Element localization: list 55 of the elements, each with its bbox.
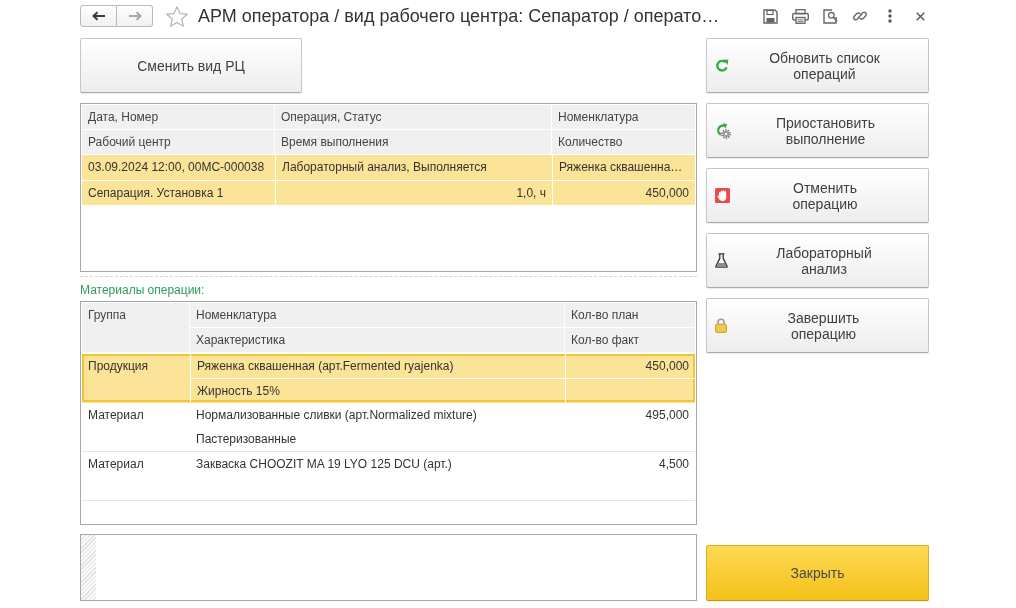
- table-cell: 450,000: [565, 354, 695, 378]
- refresh-icon: [715, 58, 729, 73]
- table-cell-text: 03.09.2024 12:00, 00МС-000038: [87, 159, 266, 176]
- table-cell-text: Материал: [87, 407, 145, 424]
- column-header[interactable]: Количество: [552, 130, 695, 154]
- complete-operation-button[interactable]: Завершить операцию: [706, 298, 929, 353]
- table-cell: Ряженка сквашенна…: [552, 155, 695, 180]
- lab-analysis-button[interactable]: Лабораторный анализ: [706, 233, 929, 288]
- document-search-icon[interactable]: [822, 8, 838, 24]
- column-header[interactable]: Кол-во план: [565, 303, 695, 327]
- table-cell-text: Пастеризованные: [195, 431, 298, 448]
- table-cell-text: 4,500: [657, 456, 690, 473]
- comment-field[interactable]: [80, 534, 697, 601]
- column-header[interactable]: Номенклатура: [190, 303, 564, 327]
- flask-icon: [715, 253, 728, 268]
- arrow-right-icon: [127, 11, 142, 21]
- star-icon[interactable]: [166, 5, 188, 27]
- padlock-icon: [715, 318, 727, 333]
- table-row[interactable]: 03.09.2024 12:00, 00МС-000038 Лабораторный анализ, Выполняется Ряженка сквашенна… Сепарация. Установка 1 1,0, ч 450,000: [82, 155, 695, 205]
- table-cell-text: Продукция: [87, 358, 150, 375]
- suspend-button[interactable]: Приостановить выполнение: [706, 103, 929, 158]
- table-cell: Сепарация. Установка 1: [82, 180, 275, 205]
- table-cell: Ряженка сквашенная (арт.Fermented ryajenka): [190, 354, 565, 378]
- column-header[interactable]: Дата, Номер: [82, 105, 274, 129]
- printer-icon[interactable]: [791, 8, 809, 24]
- table-row[interactable]: Материал Нормализованные сливки (арт.Normalized mixture) 495,000 Пастеризованные: [82, 403, 695, 452]
- table-cell: Лабораторный анализ, Выполняется: [275, 155, 552, 180]
- table-cell-text: Материал: [87, 456, 145, 473]
- table-cell-text: Закваска CHOOZIT MA 19 LYO 125 DCU (арт.): [195, 456, 453, 473]
- stop-hand-icon: [715, 188, 730, 203]
- column-header[interactable]: Рабочий центр: [82, 130, 274, 154]
- table-cell: Жирность 15%: [190, 378, 565, 402]
- arrow-left-icon: [91, 11, 106, 21]
- column-header[interactable]: Кол-во факт: [565, 328, 695, 352]
- window-title: АРМ оператора / вид рабочего центра: Сепаратор / операто…: [198, 5, 720, 27]
- column-header[interactable]: Характеристика: [190, 328, 564, 352]
- cancel-operation-button[interactable]: Отменить операцию: [706, 168, 929, 223]
- column-header[interactable]: Группа: [82, 303, 189, 352]
- back-button[interactable]: [80, 5, 117, 27]
- section-label: Материалы операции:: [80, 283, 206, 297]
- refresh-gear-icon: [715, 122, 731, 139]
- table-cell: 1,0, ч: [275, 180, 552, 205]
- refresh-list-button[interactable]: Обновить список операций: [706, 38, 929, 93]
- table-row[interactable]: Материал Закваска CHOOZIT MA 19 LYO 125 DCU (арт.) 4,500: [82, 452, 695, 501]
- more-menu-icon[interactable]: [888, 9, 892, 23]
- table-row[interactable]: Продукция Ряженка сквашенная (арт.Fermented ryajenka) 450,000 Жирность 15%: [82, 354, 695, 403]
- table-cell-text: Нормализованные сливки (арт.Normalized mixture): [195, 407, 478, 424]
- close-button[interactable]: Закрыть: [706, 545, 929, 601]
- column-header[interactable]: Время выполнения: [275, 130, 551, 154]
- table-cell-text: 495,000: [644, 407, 690, 424]
- table-cell: 450,000: [552, 180, 695, 205]
- change-view-button[interactable]: Сменить вид РЦ: [80, 38, 302, 93]
- close-icon[interactable]: [915, 11, 925, 21]
- column-header[interactable]: Операция, Статус: [275, 105, 551, 129]
- column-header[interactable]: Номенклатура: [552, 105, 695, 129]
